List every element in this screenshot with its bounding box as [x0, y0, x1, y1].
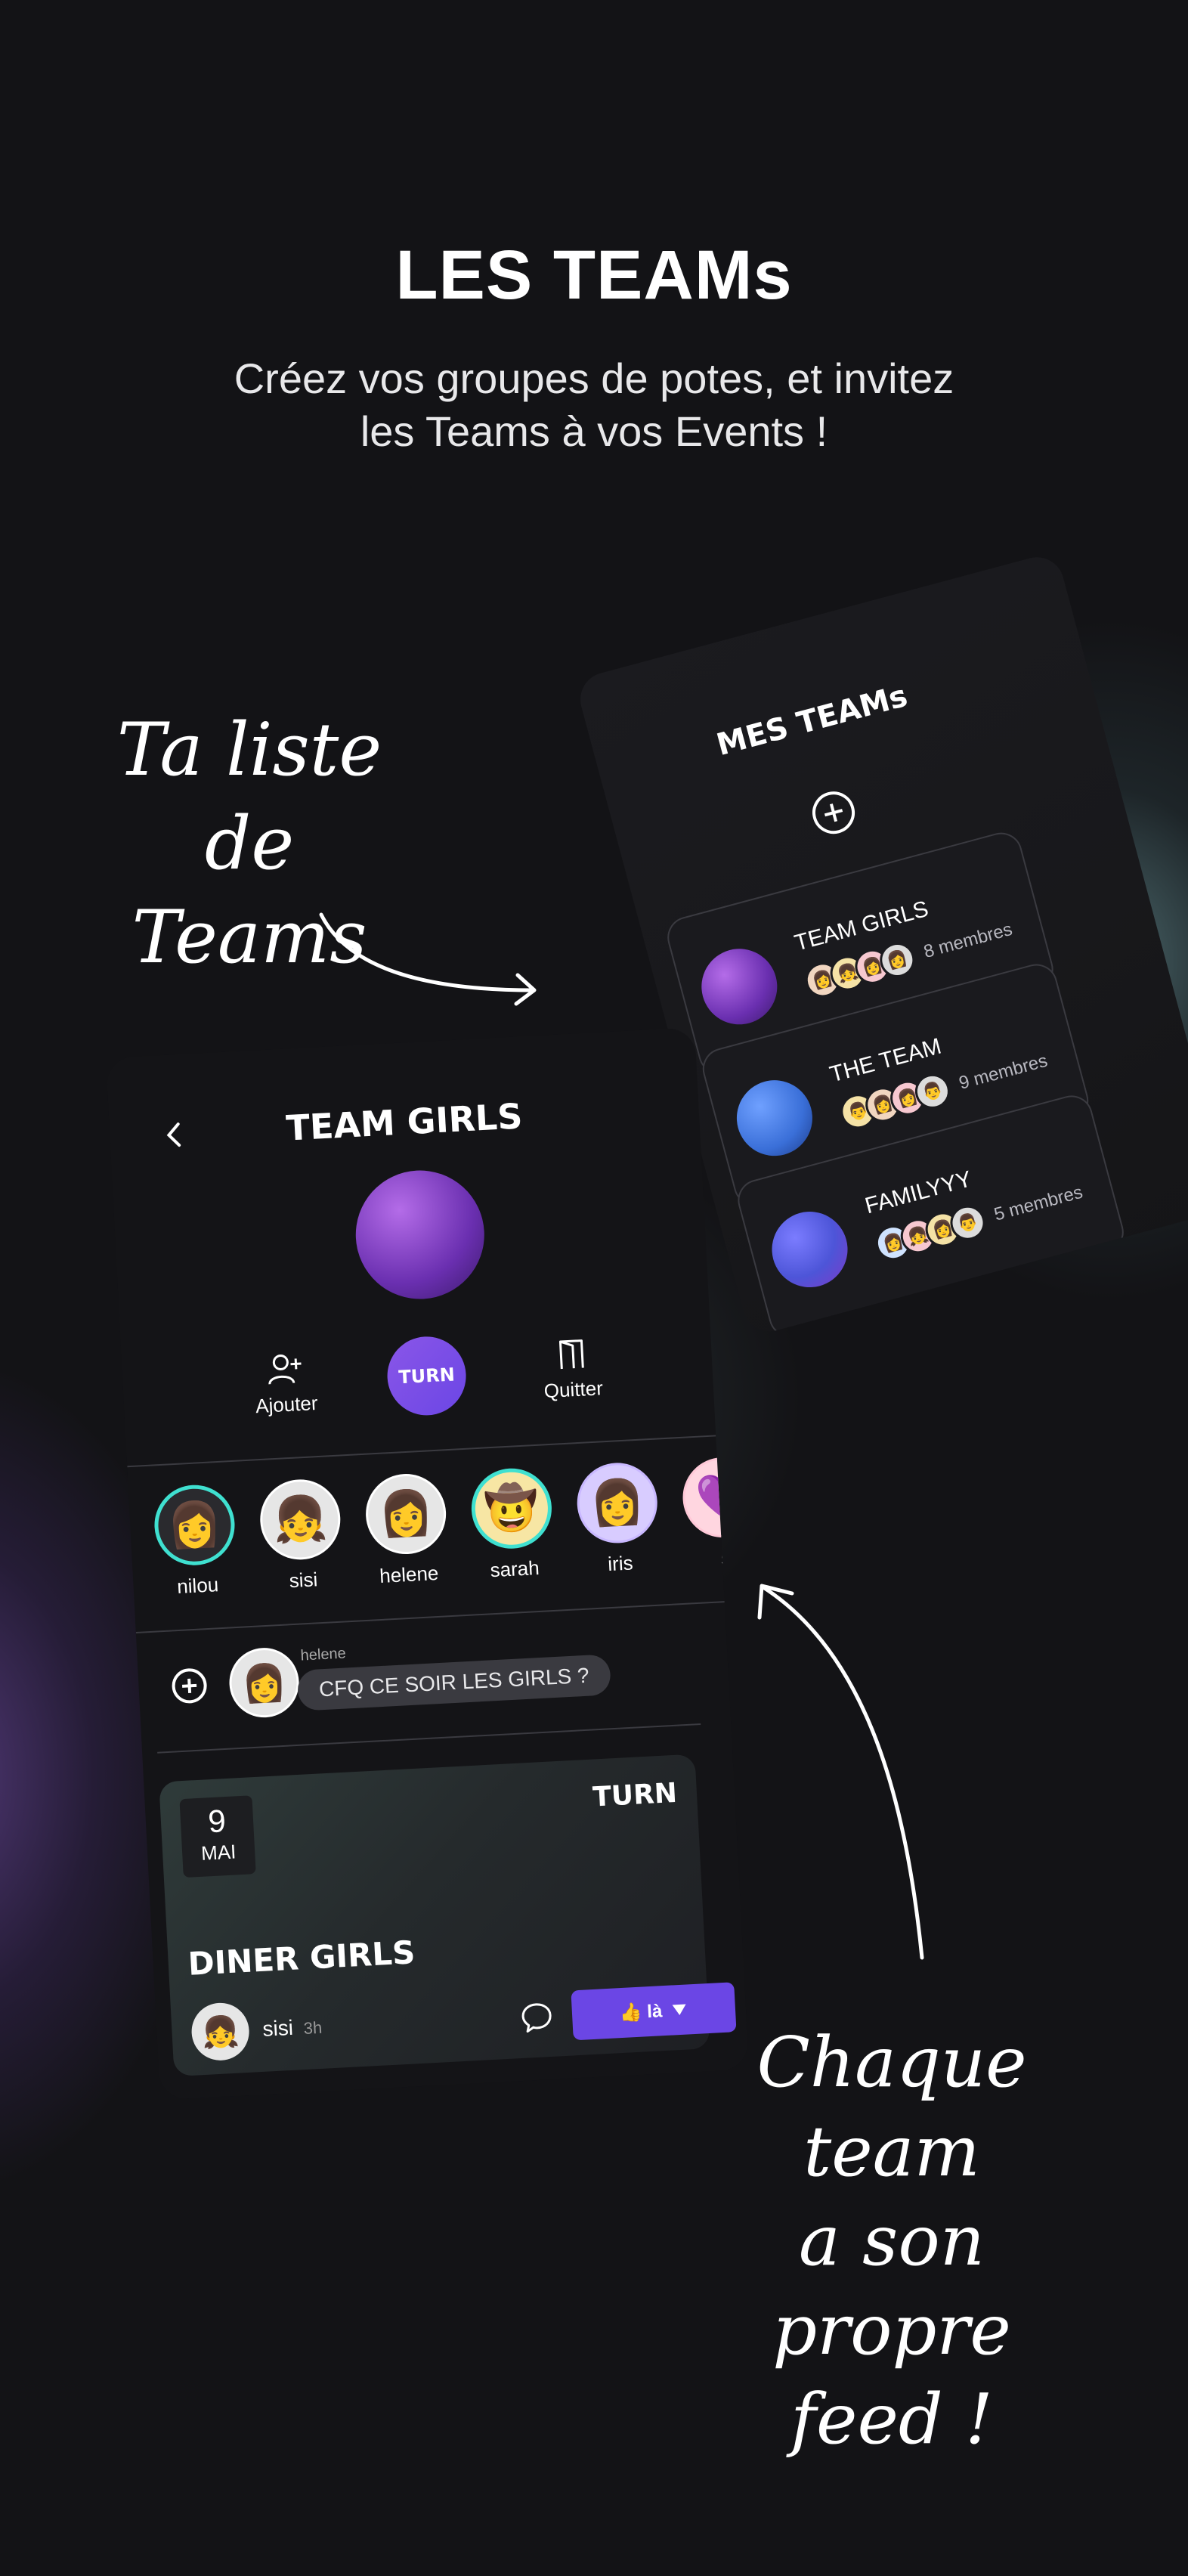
team-member-count: 8 membres [921, 918, 1015, 962]
arrow-to-teams [319, 912, 537, 1006]
message-author: helene [300, 1645, 347, 1664]
turn-label: TURN [398, 1364, 456, 1389]
member-avatar: 👩 [575, 1460, 660, 1546]
event-card[interactable]: 9 MAI TURN DINER GIRLS 👧 sisi 3h 👍 là [159, 1754, 737, 2077]
annotation-line: Ta liste de [116, 707, 382, 886]
members-row: 👩 nilou 👧 sisi 👩 helene 🤠 sarah 👩 iris 💜 [144, 1452, 750, 1624]
event-date-badge: 9 MAI [179, 1795, 256, 1878]
event-brand: TURN [592, 1777, 678, 1813]
member-name: s [720, 1546, 732, 1570]
member-name: iris [607, 1551, 634, 1576]
annotation-line: Chaque team [756, 2022, 1027, 2192]
divider [157, 1723, 701, 1754]
event-author-name: sisi [261, 2015, 294, 2041]
team-title: TEAM GIRLS [285, 1095, 524, 1149]
event-time: 3h [303, 2017, 323, 2039]
member-sisi[interactable]: 👧 sisi [249, 1477, 354, 1595]
team-avatar-large [352, 1167, 488, 1302]
member-sarah[interactable]: 🤠 sarah [460, 1466, 565, 1584]
subtitle-line-1: Créez vos groupes de potes, et invitez [234, 355, 954, 402]
member-nilou[interactable]: 👩 nilou [144, 1482, 248, 1600]
arrow-to-feed [757, 1584, 924, 1960]
member-name: helene [379, 1561, 440, 1587]
member-avatar: 💜 [680, 1455, 750, 1540]
member-helene[interactable]: 👩 helene [354, 1472, 459, 1590]
page-subtitle: Créez vos groupes de potes, et invitez l… [151, 352, 1037, 458]
member-name: nilou [176, 1573, 219, 1599]
member-avatar: 🤠 [469, 1466, 554, 1551]
member-name: sisi [288, 1568, 319, 1593]
reaction-label: 👍 là [619, 2000, 663, 2023]
teams-screen-title: MES TEAMs [713, 678, 911, 763]
add-member-label: Ajouter [255, 1391, 319, 1418]
quit-team-button[interactable]: Quitter [529, 1334, 615, 1404]
team-feed-screen: TEAM GIRLS Ajouter TURN Quitter 👩 nilou … [106, 1027, 750, 2101]
event-day: 9 [207, 1803, 227, 1840]
team-avatar [763, 1203, 856, 1296]
add-post-button[interactable] [171, 1667, 208, 1704]
message-avatar: 👩 [227, 1646, 301, 1720]
team-avatar [693, 940, 786, 1033]
event-author: sisi 3h [262, 2014, 323, 2042]
promo-screen: LES TEAMs Créez vos groupes de potes, et… [0, 0, 1188, 2576]
page-title: LES TEAMs [395, 237, 793, 314]
team-avatar [728, 1071, 821, 1165]
member-avatar: 👧 [258, 1477, 342, 1562]
member-iris[interactable]: 👩 iris [566, 1460, 670, 1578]
member-avatar: 👩 [364, 1472, 448, 1556]
team-member-count: 5 membres [992, 1181, 1085, 1225]
add-team-button[interactable] [807, 786, 860, 839]
event-author-avatar: 👧 [190, 2001, 251, 2062]
team-member-count: 9 membres [957, 1050, 1050, 1094]
comment-button[interactable] [518, 1999, 555, 2036]
turn-button[interactable]: TURN [385, 1334, 469, 1418]
event-month: MAI [200, 1840, 237, 1865]
add-user-icon [268, 1354, 302, 1385]
member-name: sarah [489, 1556, 540, 1582]
member-avatar: 👩 [152, 1482, 237, 1568]
subtitle-line-2: les Teams à vos Events ! [360, 407, 828, 455]
annotation-feed: Chaque team a son propre feed ! [688, 2018, 1096, 2464]
add-member-button[interactable]: Ajouter [243, 1349, 329, 1419]
annotation-line: feed ! [790, 2379, 994, 2460]
annotation-line: a son propre [772, 2200, 1011, 2370]
message-text: CFQ CE SOIR LES GIRLS ? [318, 1663, 590, 1701]
quit-team-label: Quitter [543, 1376, 604, 1403]
divider [206, 2072, 689, 2099]
comment-icon [521, 2003, 552, 2033]
door-exit-icon [558, 1339, 584, 1370]
member-partial[interactable]: 💜 s [672, 1455, 750, 1573]
event-title: DINER GIRLS [187, 1934, 416, 1983]
caret-down-icon [672, 2004, 686, 2015]
